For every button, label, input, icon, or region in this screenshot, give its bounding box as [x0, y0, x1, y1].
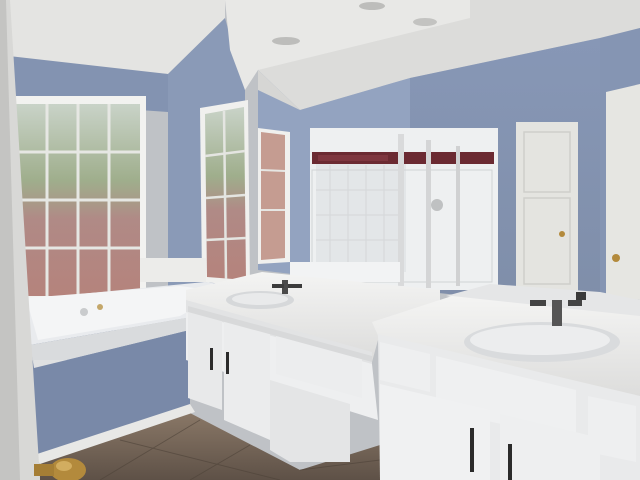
large-window: [10, 96, 146, 302]
recessed-light: [413, 18, 437, 26]
reflected-door: [516, 122, 578, 292]
reflected-door-right: [606, 84, 640, 300]
bathroom-photo: [0, 0, 640, 480]
right-vanity: [372, 292, 640, 480]
shower-enclosure: [290, 128, 498, 290]
recessed-light: [359, 2, 385, 10]
side-window: [200, 100, 250, 286]
recessed-light: [272, 37, 300, 45]
